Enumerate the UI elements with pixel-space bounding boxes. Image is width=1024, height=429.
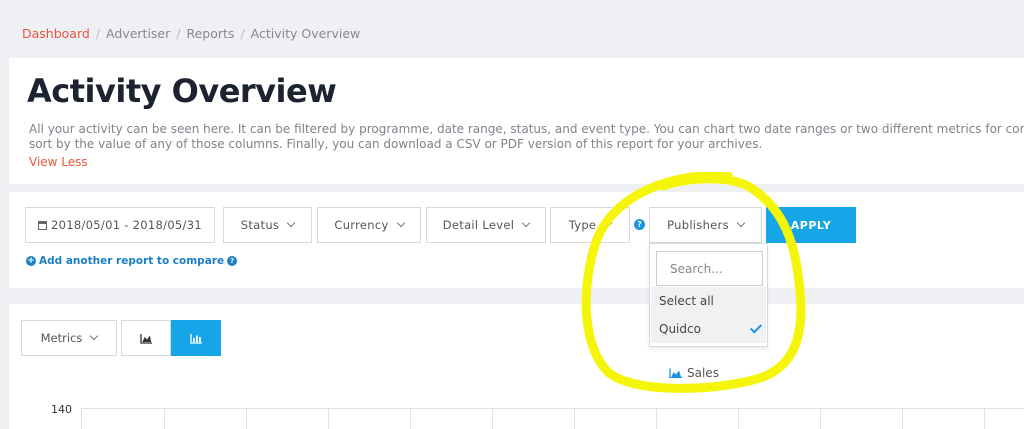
- breadcrumb-current: Activity Overview: [250, 26, 361, 41]
- chart-gridline: [81, 408, 82, 429]
- chart-gridline: [902, 408, 903, 429]
- breadcrumb-reports[interactable]: Reports: [186, 26, 234, 41]
- chevron-down-icon: [396, 218, 405, 228]
- breadcrumb-dashboard[interactable]: Dashboard: [22, 26, 90, 41]
- help-icon[interactable]: ?: [227, 256, 238, 266]
- detail-level-dropdown[interactable]: Detail Level: [426, 207, 546, 243]
- chart-gridline: [164, 408, 165, 429]
- currency-dropdown[interactable]: Currency: [317, 207, 421, 243]
- status-dropdown[interactable]: Status: [223, 207, 312, 243]
- chart-gridline: [410, 408, 411, 429]
- chart-gridline: [81, 408, 1024, 409]
- breadcrumb-separator: /: [176, 26, 181, 41]
- detail-level-label: Detail Level: [442, 218, 515, 232]
- chart-gridline: [820, 408, 821, 429]
- breadcrumb: Dashboard / Advertiser / Reports / Activity Ov…: [0, 0, 1024, 58]
- area-chart-icon: [139, 333, 152, 344]
- publishers-label: Publishers: [667, 218, 729, 232]
- chart-gridline: [656, 408, 657, 429]
- publishers-dropdown-menu: Search... Select all Quidco: [649, 243, 768, 347]
- y-axis-tick-label: 140: [51, 403, 72, 416]
- add-compare-link[interactable]: + Add another report to compare ?: [26, 255, 238, 267]
- chart-gridline: [984, 408, 985, 429]
- checkmark-icon: [749, 321, 763, 334]
- publisher-option[interactable]: Quidco: [651, 315, 766, 343]
- area-chart-button[interactable]: [121, 320, 171, 356]
- description-line: sort by the value of any of those column…: [29, 137, 763, 151]
- area-chart-icon: [669, 368, 682, 378]
- currency-label: Currency: [334, 218, 389, 232]
- status-label: Status: [240, 218, 280, 232]
- breadcrumb-separator: /: [95, 26, 101, 41]
- breadcrumb-advertiser[interactable]: Advertiser: [106, 26, 170, 41]
- metrics-dropdown[interactable]: Metrics: [21, 320, 117, 356]
- plus-circle-icon: +: [26, 256, 36, 266]
- breadcrumb-separator: /: [240, 26, 245, 41]
- description-line: All your activity can be seen here. It c…: [29, 122, 1024, 136]
- chevron-down-icon: [604, 218, 613, 228]
- chart-gridline: [574, 408, 575, 429]
- view-less-link[interactable]: View Less: [29, 155, 88, 169]
- chart-gridline: [328, 408, 329, 429]
- apply-button[interactable]: APPLY: [766, 207, 856, 243]
- bar-chart-button[interactable]: [171, 320, 221, 356]
- type-label: Type: [568, 218, 597, 232]
- chevron-down-icon: [286, 218, 296, 228]
- select-all-option[interactable]: Select all: [651, 287, 766, 315]
- chart-gridline: [246, 408, 247, 429]
- header-panel: Activity Overview All your activity can …: [9, 58, 1024, 184]
- page-description: All your activity can be seen here. It c…: [29, 122, 1024, 152]
- chart-title: Sales: [669, 366, 719, 380]
- chart-title-label: Sales: [687, 366, 719, 380]
- chart-gridline: [738, 408, 739, 429]
- page-title: Activity Overview: [27, 72, 337, 110]
- publishers-dropdown[interactable]: Publishers: [649, 207, 762, 243]
- date-range-button[interactable]: 2018/05/01 - 2018/05/31: [25, 207, 215, 243]
- chevron-down-icon: [90, 331, 99, 341]
- date-range-label: 2018/05/01 - 2018/05/31: [51, 218, 202, 232]
- add-compare-label: Add another report to compare: [39, 255, 225, 267]
- metrics-label: Metrics: [40, 331, 83, 345]
- chevron-down-icon: [736, 218, 746, 228]
- help-icon[interactable]: ?: [634, 219, 645, 230]
- chevron-down-icon: [522, 218, 531, 228]
- type-dropdown[interactable]: Type: [550, 207, 630, 243]
- bar-chart-icon: [189, 333, 202, 344]
- chart-gridline: [492, 408, 493, 429]
- publisher-search-input[interactable]: Search...: [656, 251, 763, 286]
- chart-panel: Metrics Sales 140: [9, 304, 1024, 429]
- calendar-icon: [38, 220, 48, 230]
- publisher-option-label: Quidco: [659, 322, 701, 336]
- filter-panel: 2018/05/01 - 2018/05/31 Status Currency …: [9, 192, 1024, 288]
